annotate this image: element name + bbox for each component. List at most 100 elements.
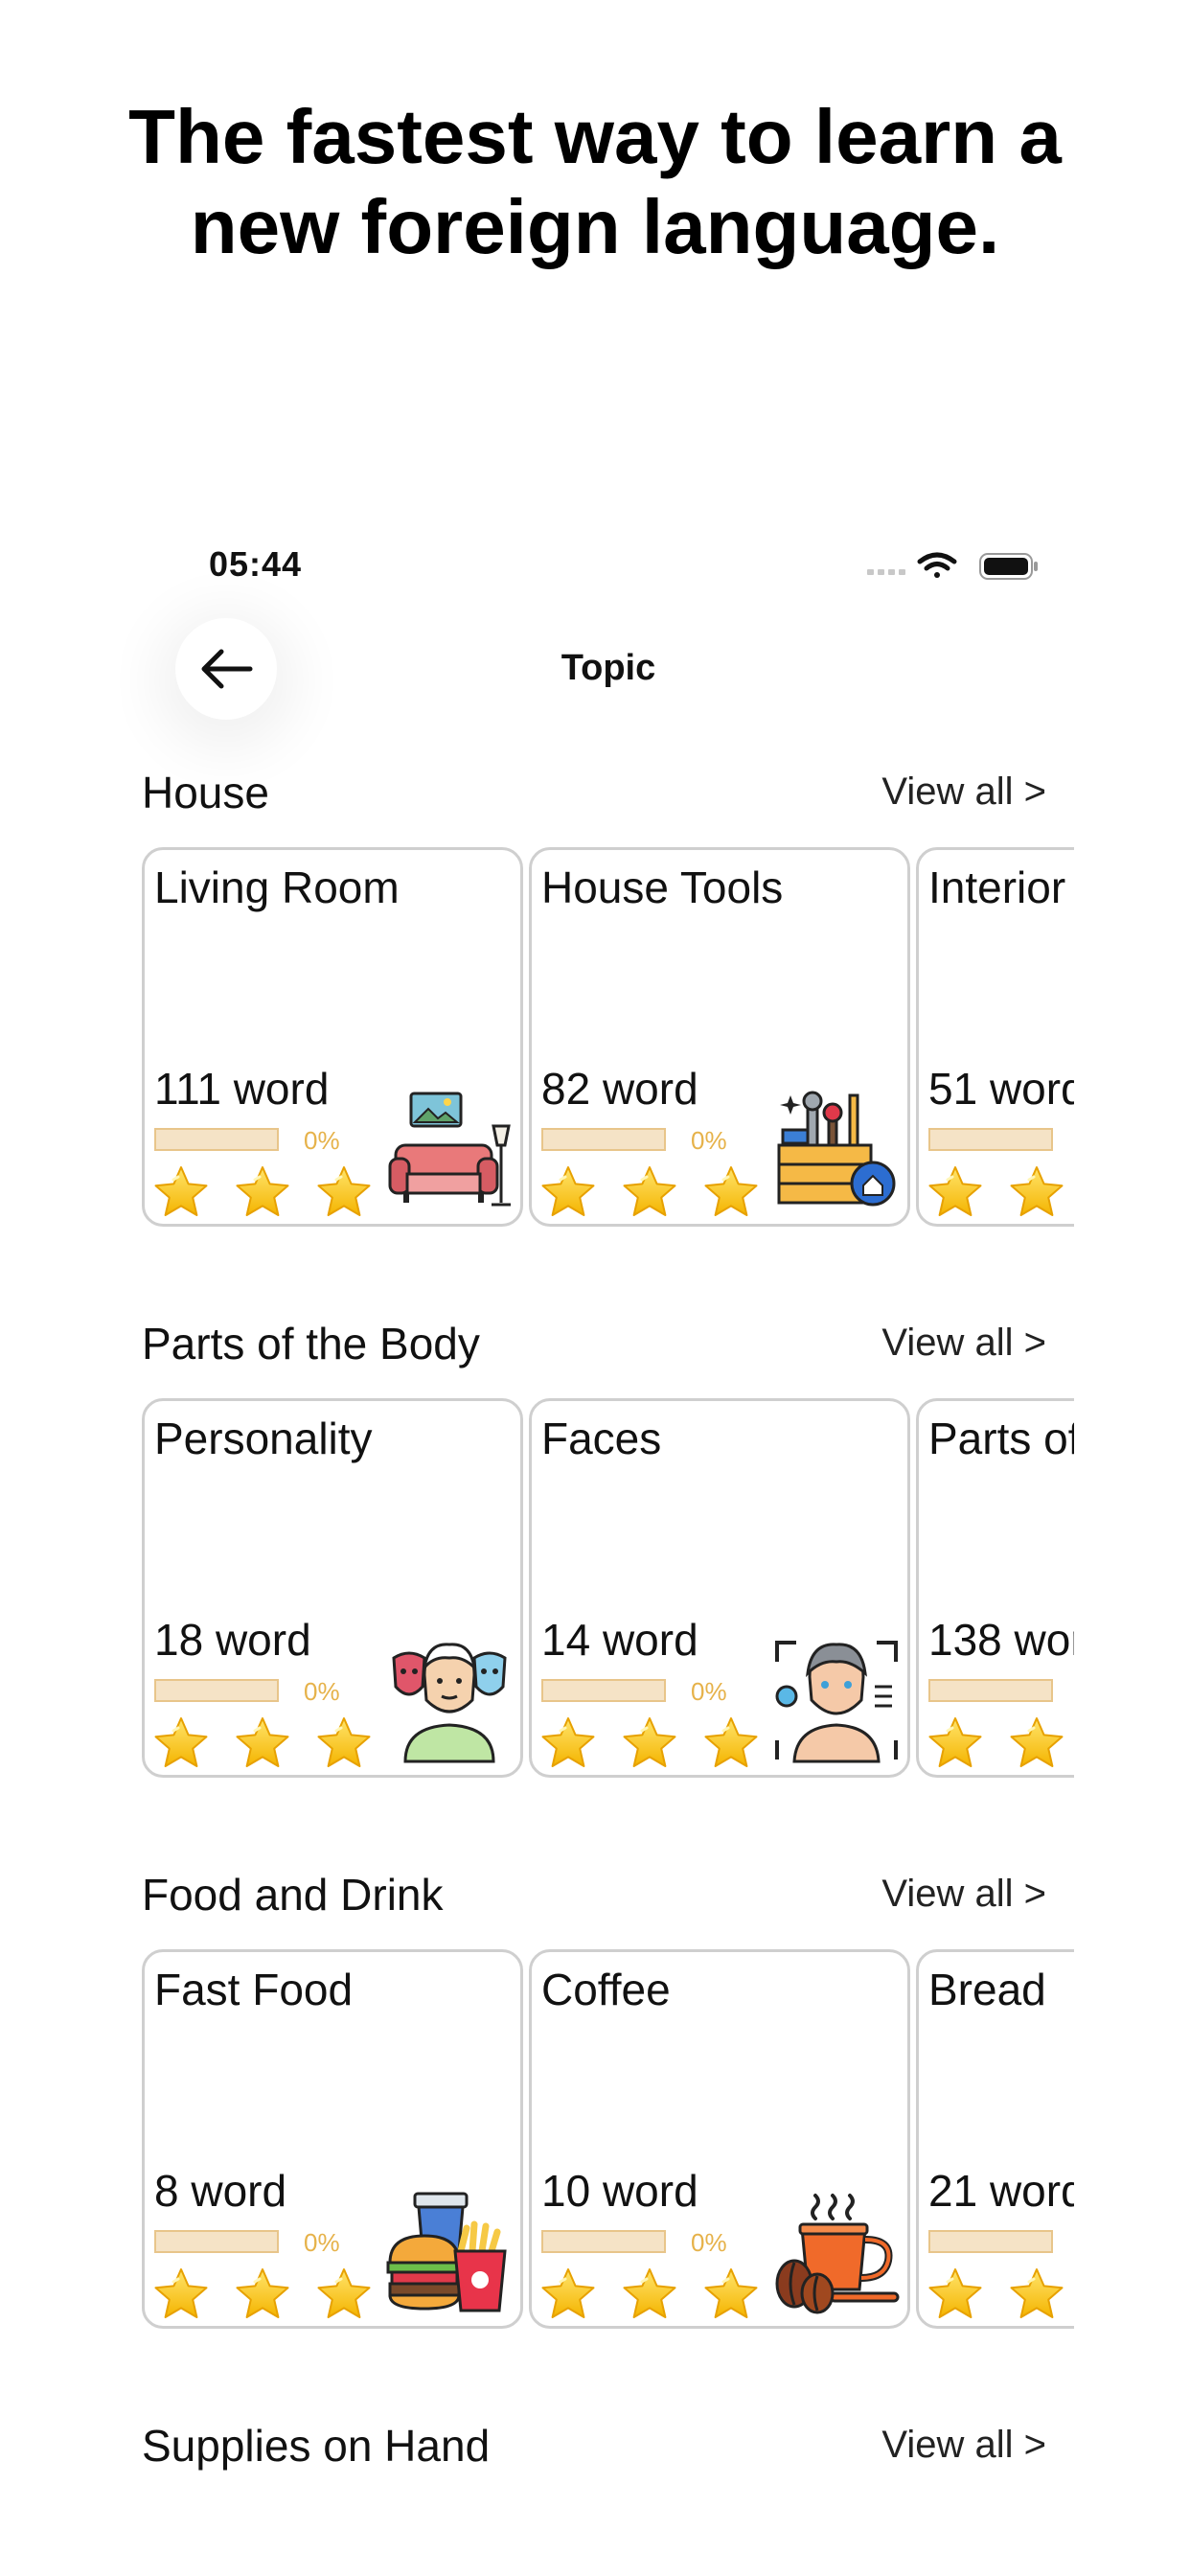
status-icons [867, 552, 1038, 580]
star-rating [152, 1715, 373, 1775]
star-icon [621, 2266, 678, 2326]
star-icon [702, 1715, 760, 1775]
word-count: 8 word [154, 2166, 287, 2216]
word-count: 14 word [541, 1615, 698, 1665]
word-count: 21 word [928, 2166, 1074, 2216]
star-rating [152, 1164, 373, 1224]
star-rating [927, 1715, 1074, 1775]
headline-line-2: new foreign language. [190, 184, 1000, 269]
progress-percent: 0% [691, 1677, 727, 1706]
progress-bar [541, 1679, 666, 1702]
star-icon [234, 2266, 291, 2326]
view-all-link[interactable]: View all > [881, 2424, 1046, 2467]
topic-card[interactable]: Interior51 word0% [916, 847, 1074, 1227]
star-icon [621, 1715, 678, 1775]
word-count: 51 word [928, 1064, 1074, 1114]
topic-title: Parts of the Body [928, 1414, 1074, 1463]
masks-icon [386, 1639, 513, 1763]
progress-percent: 0% [691, 2228, 727, 2257]
topic-title: Living Room [154, 862, 400, 912]
star-icon [539, 1164, 597, 1224]
burger-icon [386, 2190, 513, 2314]
star-icon [152, 1715, 210, 1775]
sofa-icon [386, 1088, 513, 1212]
progress-percent: 0% [304, 1126, 340, 1155]
progress-bar [928, 1679, 1053, 1702]
star-icon [152, 1164, 210, 1224]
word-count: 10 word [541, 2166, 698, 2216]
topic-card-row[interactable]: Fast Food 8 word 0% Coffee 10 word 0% Bread 21 … [142, 1949, 1074, 2333]
headline-line-1: The fastest way to learn a [128, 94, 1062, 179]
topic-card[interactable]: House Tools 82 word 0% [529, 847, 910, 1227]
star-icon [1008, 1715, 1065, 1775]
star-icon [927, 2266, 984, 2326]
star-icon [539, 1715, 597, 1775]
star-icon [1008, 1164, 1065, 1224]
view-all-link[interactable]: View all > [881, 1322, 1046, 1365]
star-icon [702, 2266, 760, 2326]
face-scan-icon [773, 1639, 900, 1763]
wifi-icon [917, 552, 957, 578]
view-all-link[interactable]: View all > [881, 770, 1046, 814]
toolbox-icon [773, 1088, 900, 1212]
star-icon [539, 2266, 597, 2326]
topic-title: Fast Food [154, 1965, 354, 2014]
progress-bar [154, 1679, 279, 1702]
view-all-link[interactable]: View all > [881, 1873, 1046, 1916]
page-title: Topic [561, 648, 656, 688]
progress-percent: 0% [304, 1677, 340, 1706]
topic-title: Faces [541, 1414, 662, 1463]
star-rating [539, 1715, 760, 1775]
star-icon [702, 1164, 760, 1224]
word-count: 18 word [154, 1615, 311, 1665]
star-icon [315, 1715, 373, 1775]
star-icon [152, 2266, 210, 2326]
topic-card[interactable]: Parts of the Body138 word0% [916, 1398, 1074, 1778]
signal-icon [867, 569, 905, 575]
topic-card[interactable]: Living Room 111 word 0% [142, 847, 523, 1227]
coffee-cup-icon [773, 2190, 900, 2314]
star-icon [1008, 2266, 1065, 2326]
topic-card[interactable]: Fast Food 8 word 0% [142, 1949, 523, 2329]
section-title: Food and Drink [142, 1870, 444, 1920]
progress-bar [541, 1128, 666, 1151]
progress-percent: 0% [304, 2228, 340, 2257]
topic-title: Interior [928, 862, 1066, 912]
battery-icon [979, 553, 1038, 580]
topic-title: Personality [154, 1414, 373, 1463]
topic-card-row[interactable]: Personality 18 word 0% Faces 14 word 0% Parts … [142, 1398, 1074, 1782]
word-count: 138 word [928, 1615, 1074, 1665]
topic-title: Bread [928, 1965, 1046, 2014]
word-count: 82 word [541, 1064, 698, 1114]
marketing-headline: The fastest way to learn a new foreign l… [0, 92, 1190, 272]
word-count: 111 word [154, 1064, 330, 1114]
progress-bar [928, 1128, 1053, 1151]
progress-percent: 0% [691, 1126, 727, 1155]
star-rating [539, 2266, 760, 2326]
topic-title: Coffee [541, 1965, 671, 2014]
progress-bar [928, 2230, 1053, 2253]
topic-card[interactable]: Bread21 word0% [916, 1949, 1074, 2329]
star-icon [234, 1715, 291, 1775]
star-icon [927, 1715, 984, 1775]
topic-card-row[interactable]: Living Room 111 word 0% House Tools 82 word 0… [142, 847, 1074, 1230]
star-icon [234, 1164, 291, 1224]
topic-card[interactable]: Faces 14 word 0% [529, 1398, 910, 1778]
star-rating [539, 1164, 760, 1224]
progress-bar [541, 2230, 666, 2253]
status-time: 05:44 [209, 544, 303, 584]
section-title: Parts of the Body [142, 1319, 480, 1368]
star-icon [621, 1164, 678, 1224]
progress-bar [154, 2230, 279, 2253]
star-icon [315, 2266, 373, 2326]
topic-title: House Tools [541, 862, 784, 912]
star-rating [152, 2266, 373, 2326]
star-icon [927, 1164, 984, 1224]
star-rating [927, 2266, 1074, 2326]
topic-card[interactable]: Coffee 10 word 0% [529, 1949, 910, 2329]
progress-bar [154, 1128, 279, 1151]
star-rating [927, 1164, 1074, 1224]
section-title: House [142, 768, 269, 817]
star-icon [315, 1164, 373, 1224]
topic-card[interactable]: Personality 18 word 0% [142, 1398, 523, 1778]
